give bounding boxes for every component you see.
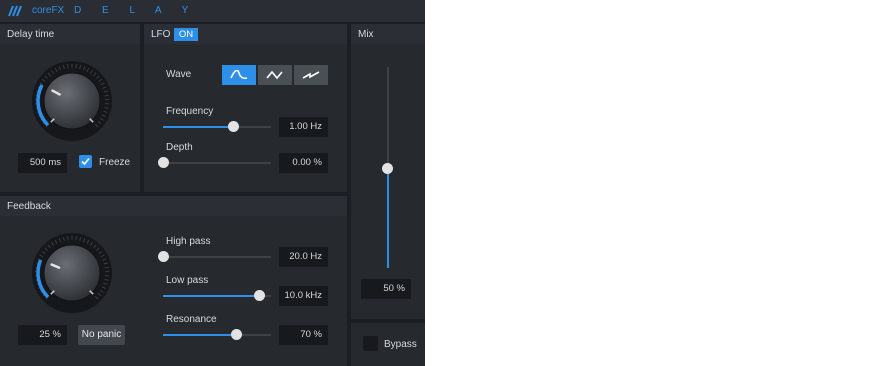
depth-value[interactable]: 0.00 % [279,153,328,173]
app-subtitle: D E L A Y [74,5,198,16]
frequency-slider[interactable] [163,121,271,133]
feedback-header: Feedback [0,196,347,216]
mix-value[interactable]: 50 % [361,279,411,299]
slider-thumb[interactable] [254,290,266,301]
mix-title: Mix [358,29,374,40]
resonance-label: Resonance [166,314,217,325]
slider-thumb[interactable] [382,162,393,174]
sine-wave-icon [230,70,248,80]
lfo-on-toggle[interactable]: ON [174,28,198,41]
wave-triangle-button[interactable] [258,65,292,85]
slider-thumb[interactable] [231,329,243,340]
slider-fill [387,167,389,268]
low-pass-slider[interactable] [163,290,271,302]
corefx-logo-icon [8,5,22,17]
bypass-checkbox[interactable] [363,336,378,351]
lfo-title: LFO [151,29,171,40]
mix-slider[interactable] [382,67,394,268]
freeze-checkbox[interactable] [79,155,92,168]
slider-fill [163,126,234,128]
frequency-label: Frequency [166,106,214,117]
high-pass-slider[interactable] [158,251,271,263]
slider-thumb[interactable] [158,251,169,262]
title-bar: coreFX D E L A Y [0,0,425,22]
delay-time-knob[interactable] [31,60,113,142]
delay-time-title: Delay time [7,29,55,40]
app-name: coreFX [32,5,65,16]
knob-tick [104,94,109,97]
delay-time-knob-graphic [32,61,112,141]
delay-time-header: Delay time [0,24,140,44]
wave-label: Wave [166,69,192,80]
wave-sawtooth-button[interactable] [294,65,328,85]
mix-header: Mix [351,24,425,44]
feedback-knob-graphic [32,233,112,313]
feedback-title: Feedback [7,201,51,212]
freeze-label: Freeze [99,157,131,168]
knob-tick [104,266,109,269]
sawtooth-wave-icon [302,71,320,79]
low-pass-label: Low pass [166,275,209,286]
slider-thumb[interactable] [158,157,169,168]
resonance-value[interactable]: 70 % [279,325,328,345]
delay-time-value[interactable]: 500 ms [18,153,67,173]
no-panic-button[interactable]: No panic [78,325,125,345]
slider-fill [163,295,260,297]
feedback-value[interactable]: 25 % [18,325,67,345]
triangle-wave-icon [266,70,283,80]
depth-label: Depth [166,142,193,153]
slider-track [163,256,271,258]
high-pass-label: High pass [166,236,211,247]
resonance-slider[interactable] [163,329,271,341]
frequency-value[interactable]: 1.00 Hz [279,117,328,137]
slider-fill [163,334,237,336]
slider-track [163,162,271,164]
plugin-window: coreFX D E L A Y Delay time 500 ms Freez… [0,0,425,366]
feedback-knob[interactable] [31,232,113,314]
depth-slider[interactable] [158,157,271,169]
low-pass-value[interactable]: 10.0 kHz [279,286,328,306]
wave-sine-button[interactable] [222,65,256,85]
high-pass-value[interactable]: 20.0 Hz [279,247,328,267]
slider-thumb[interactable] [228,121,240,132]
checkmark-icon [81,157,90,166]
bypass-label: Bypass [384,339,417,350]
